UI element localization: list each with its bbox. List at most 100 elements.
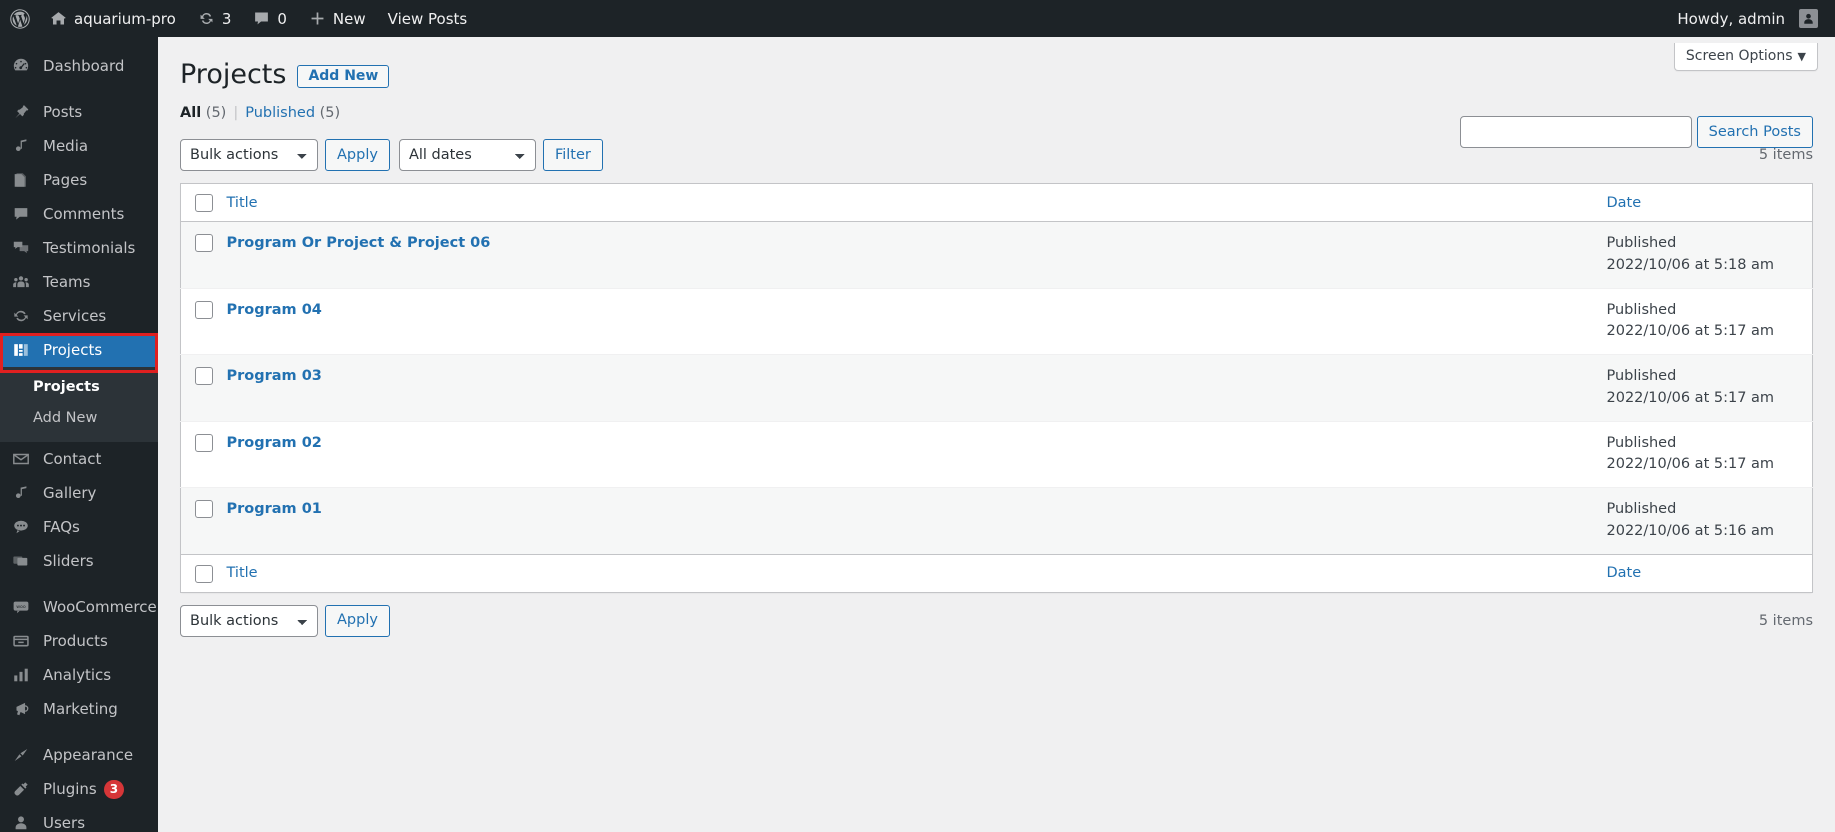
sidebar-item-sliders[interactable]: Sliders — [0, 544, 158, 578]
new-content-menu[interactable]: New — [298, 0, 377, 37]
sidebar-item-posts[interactable]: Posts — [0, 95, 158, 129]
submenu-item-projects[interactable]: Projects — [0, 372, 158, 403]
sidebar-item-services[interactable]: Services — [0, 299, 158, 333]
sidebar-item-label: Analytics — [43, 665, 112, 684]
pin-icon — [12, 102, 36, 122]
view-posts-link[interactable]: View Posts — [377, 0, 479, 37]
date-filter-select[interactable]: All dates October 2022 — [398, 139, 536, 172]
row-date: 2022/10/06 at 5:16 am — [1606, 522, 1775, 539]
gallery-icon — [12, 483, 36, 503]
sidebar-item-testimonials[interactable]: Testimonials — [0, 231, 158, 265]
row-date: 2022/10/06 at 5:18 am — [1606, 256, 1775, 273]
users-person-icon — [12, 813, 36, 832]
row-checkbox[interactable] — [195, 500, 213, 519]
column-footer-date[interactable]: Date — [1596, 553, 1813, 593]
sidebar-item-plugins[interactable]: Plugins 3 — [0, 772, 158, 806]
sidebar-item-faqs[interactable]: FAQs — [0, 510, 158, 544]
sidebar-item-woocommerce[interactable]: woo WooCommerce — [0, 590, 158, 624]
column-header-date[interactable]: Date — [1596, 183, 1813, 223]
table-row: Program 04 Published 2022/10/06 at 5:17 … — [180, 288, 1813, 355]
select-all-checkbox-bottom[interactable] — [195, 564, 213, 583]
comments-menu[interactable]: 0 — [242, 0, 298, 37]
row-checkbox[interactable] — [195, 234, 213, 253]
row-checkbox[interactable] — [195, 300, 213, 319]
media-icon — [12, 136, 36, 156]
add-new-button[interactable]: Add New — [297, 65, 390, 89]
menu-spacer-3 — [0, 726, 158, 738]
sidebar-item-marketing[interactable]: Marketing — [0, 692, 158, 726]
updates-menu[interactable]: 3 — [187, 0, 243, 37]
sidebar-item-pages[interactable]: Pages — [0, 163, 158, 197]
bulk-actions-select-top[interactable]: Bulk actions Edit Move to Trash — [180, 139, 318, 172]
sidebar-item-label: Teams — [43, 272, 91, 291]
sidebar-item-label: Testimonials — [43, 238, 136, 257]
table-header-row: Title Date — [180, 183, 1813, 223]
updates-icon — [198, 10, 215, 27]
row-select-cell — [181, 222, 217, 289]
sidebar-item-appearance[interactable]: Appearance — [0, 738, 158, 772]
view-all: All (5) — [180, 105, 226, 121]
teams-group-icon — [12, 272, 36, 292]
row-checkbox[interactable] — [195, 433, 213, 452]
view-posts-label: View Posts — [387, 9, 468, 28]
row-checkbox[interactable] — [195, 367, 213, 386]
row-date-cell: Published 2022/10/06 at 5:16 am — [1597, 488, 1813, 555]
my-account-menu[interactable]: Howdy, admin — [1666, 0, 1829, 37]
sidebar-item-media[interactable]: Media — [0, 129, 158, 163]
page-wrap: Projects Add New All (5) | Published (5)… — [158, 37, 1835, 637]
row-status: Published — [1606, 501, 1677, 518]
row-title-cell: Program 01 — [217, 488, 1597, 555]
sidebar-item-label: Marketing — [43, 699, 118, 718]
row-title-link[interactable]: Program 04 — [227, 302, 322, 318]
sidebar-item-label: Media — [43, 136, 89, 155]
row-status: Published — [1606, 301, 1677, 318]
envelope-icon — [12, 449, 36, 469]
apply-button-top[interactable]: Apply — [325, 139, 390, 172]
row-date: 2022/10/06 at 5:17 am — [1606, 389, 1775, 406]
home-icon — [50, 10, 67, 27]
site-name-menu[interactable]: aquarium-pro — [39, 0, 187, 37]
row-title-link[interactable]: Program 02 — [227, 435, 322, 451]
filter-button[interactable]: Filter — [542, 139, 603, 172]
row-title-link[interactable]: Program Or Project & Project 06 — [227, 235, 491, 251]
screen-options-button[interactable]: Screen Options ▼ — [1673, 43, 1818, 71]
sidebar-item-label: Gallery — [43, 483, 97, 502]
row-title-link[interactable]: Program 01 — [227, 501, 322, 517]
testimonials-icon — [12, 238, 36, 258]
select-all-checkbox-top[interactable] — [195, 194, 213, 213]
column-footer-title[interactable]: Title — [216, 553, 1597, 593]
column-header-title[interactable]: Title — [216, 183, 1597, 223]
sidebar-item-dashboard[interactable]: Dashboard — [0, 49, 158, 83]
view-all-count: (5) — [205, 105, 227, 122]
apply-button-bottom[interactable]: Apply — [325, 604, 390, 637]
plugins-update-badge: 3 — [103, 779, 125, 799]
sidebar-item-teams[interactable]: Teams — [0, 265, 158, 299]
view-all-link[interactable]: All — [180, 105, 201, 121]
row-date: 2022/10/06 at 5:17 am — [1606, 456, 1775, 473]
row-title-cell: Program Or Project & Project 06 — [217, 222, 1597, 289]
products-box-icon — [12, 631, 36, 651]
projects-portfolio-icon — [12, 340, 36, 360]
marketing-megaphone-icon — [12, 699, 36, 719]
sidebar-item-analytics[interactable]: Analytics — [0, 658, 158, 692]
sidebar-item-contact[interactable]: Contact — [0, 442, 158, 476]
view-published: Published (5) — [245, 105, 340, 121]
row-date-cell: Published 2022/10/06 at 5:17 am — [1597, 288, 1813, 355]
sidebar-item-gallery[interactable]: Gallery — [0, 476, 158, 510]
sidebar-item-users[interactable]: Users — [0, 806, 158, 832]
wordpress-logo-button[interactable] — [0, 0, 39, 37]
plus-icon — [309, 10, 326, 27]
woocommerce-icon: woo — [12, 597, 36, 617]
projects-submenu: Projects Add New — [0, 367, 158, 443]
row-title-link[interactable]: Program 03 — [227, 368, 322, 384]
view-published-link[interactable]: Published — [245, 105, 315, 121]
sidebar-item-comments[interactable]: Comments — [0, 197, 158, 231]
submenu-item-add-new[interactable]: Add New — [0, 403, 158, 434]
admin-bar-spacer — [478, 0, 1666, 37]
bulk-actions-select-bottom[interactable]: Bulk actions Edit Move to Trash — [180, 604, 318, 637]
sidebar-item-projects[interactable]: Projects — [0, 333, 158, 367]
comment-bubble-icon — [12, 204, 36, 224]
comment-bubble-icon — [253, 10, 270, 27]
sidebar-item-products[interactable]: Products — [0, 624, 158, 658]
table-footer-row: Title Date — [180, 553, 1813, 593]
